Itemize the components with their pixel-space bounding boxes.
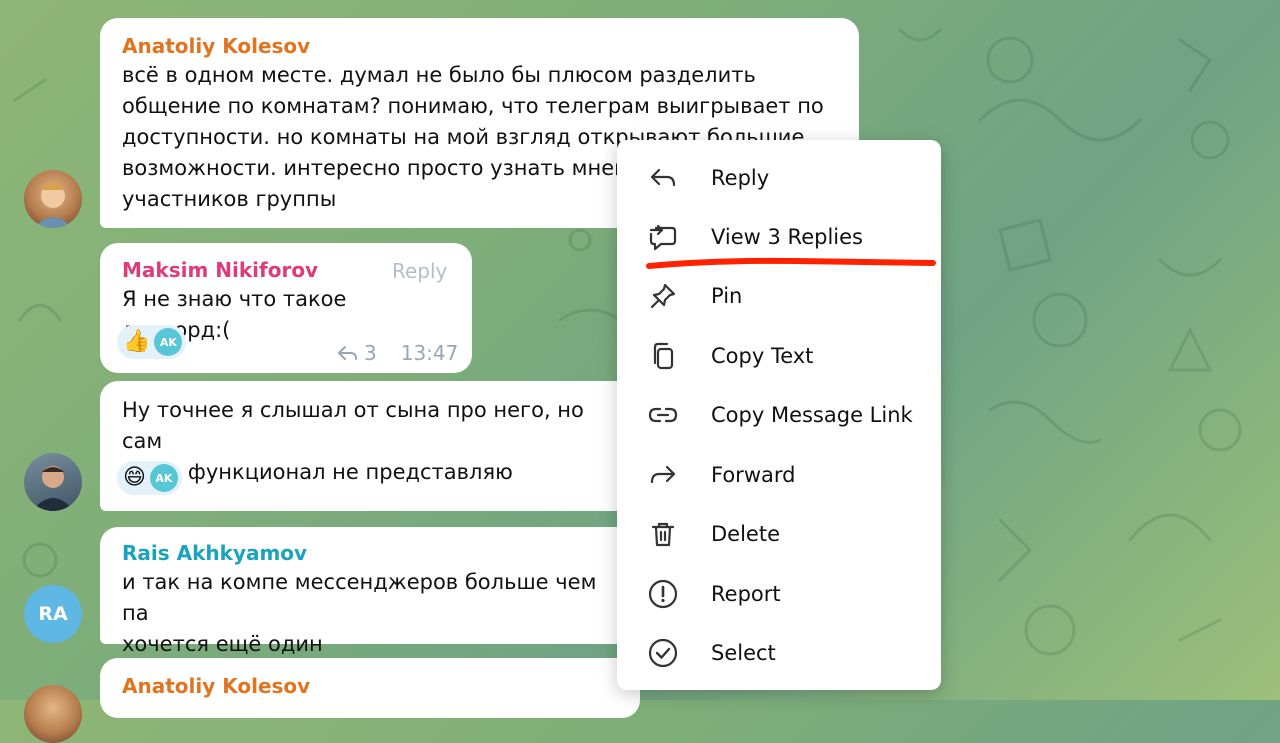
copy-icon <box>645 338 681 374</box>
message-text: и так на компе мессенджеров больше чем п… <box>122 570 597 656</box>
view-replies-icon <box>645 219 681 255</box>
avatar-photo-icon <box>34 183 72 228</box>
report-icon <box>645 576 681 612</box>
message-context-menu: Reply View 3 Replies Pin Copy Text Copy … <box>617 140 941 690</box>
avatar-photo-icon <box>32 466 74 511</box>
menu-item-delete[interactable]: Delete <box>617 506 941 562</box>
menu-item-label: Pin <box>711 284 743 308</box>
thumbs-up-emoji: 👍 <box>123 329 151 354</box>
menu-item-label: Select <box>711 641 776 665</box>
message-bubble[interactable]: Maksim Nikiforov Reply Я не знаю что так… <box>100 243 472 373</box>
forward-icon <box>645 457 681 493</box>
message-meta: 3 13:47 <box>336 341 458 365</box>
menu-item-copy-link[interactable]: Copy Message Link <box>617 387 941 443</box>
avatar-maksim[interactable] <box>24 453 82 511</box>
menu-item-label: View 3 Replies <box>711 225 863 249</box>
trash-icon <box>645 516 681 552</box>
replies-arrow-icon <box>338 346 357 360</box>
reply-icon <box>645 160 681 196</box>
menu-item-reply[interactable]: Reply <box>617 150 941 206</box>
sender-name[interactable]: Anatoliy Kolesov <box>122 32 837 60</box>
message-bubble[interactable]: Rais Akhkyamov и так на компе мессенджер… <box>100 527 640 656</box>
menu-item-copy-text[interactable]: Copy Text <box>617 328 941 384</box>
menu-item-pin[interactable]: Pin <box>617 268 941 324</box>
reaction-user-avatar: AK <box>149 464 178 492</box>
menu-item-label: Forward <box>711 463 796 487</box>
menu-item-label: Delete <box>711 522 780 546</box>
menu-item-forward[interactable]: Forward <box>617 447 941 503</box>
sender-name[interactable]: Rais Akhkyamov <box>122 539 618 567</box>
reply-link[interactable]: Reply <box>392 259 447 283</box>
link-icon <box>645 397 681 433</box>
reply-count[interactable]: 3 <box>364 341 377 365</box>
red-underline-annotation <box>646 257 936 269</box>
reaction-chip[interactable]: 👍 AK <box>117 325 187 359</box>
menu-item-select[interactable]: Select <box>617 625 941 681</box>
pin-icon <box>645 278 681 314</box>
avatar-anatoliy[interactable] <box>24 170 82 228</box>
select-check-icon <box>645 635 681 671</box>
menu-item-report[interactable]: Report <box>617 566 941 622</box>
menu-item-label: Reply <box>711 166 770 190</box>
reaction-chip[interactable]: 😄 AK <box>117 461 182 495</box>
avatar-anatoliy[interactable] <box>24 685 82 743</box>
reaction-user-avatar: AK <box>154 328 183 356</box>
sender-name[interactable]: Anatoliy Kolesov <box>122 672 618 700</box>
message-bubble[interactable]: Anatoliy Kolesov <box>100 658 640 718</box>
message-time: 13:47 <box>400 341 459 365</box>
message-text: Ну точнее я слышал от сына про него, но … <box>122 398 584 484</box>
message-bubble[interactable]: Ну точнее я слышал от сына про него, но … <box>100 381 640 511</box>
avatar-rais[interactable]: RA <box>24 585 82 643</box>
menu-item-label: Copy Text <box>711 344 814 368</box>
menu-item-label: Report <box>711 582 781 606</box>
menu-item-label: Copy Message Link <box>711 403 913 427</box>
grinning-face-emoji: 😄 <box>123 465 146 490</box>
